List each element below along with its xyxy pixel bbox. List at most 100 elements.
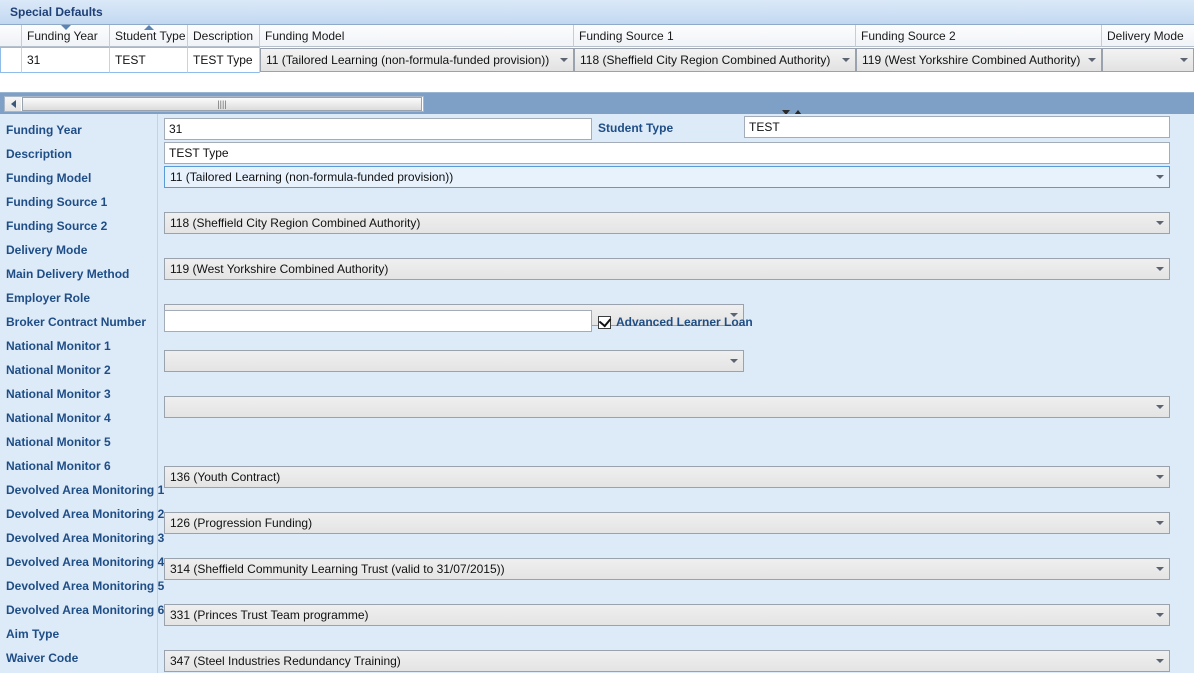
label-national-monitor-2: National Monitor 2 [6, 363, 111, 377]
chevron-down-icon[interactable] [842, 58, 850, 62]
description-input[interactable]: TEST Type [164, 142, 1170, 164]
advanced-learner-loan-checkbox[interactable]: Advanced Learner Loan [598, 312, 753, 332]
label-devolved-area-monitoring-3: Devolved Area Monitoring 3 [6, 531, 165, 545]
national-monitor-1-value: 136 (Youth Contract) [170, 470, 281, 484]
national-monitor-2-value: 126 (Progression Funding) [170, 516, 313, 530]
label-aim-type: Aim Type [6, 627, 60, 641]
national-monitor-3-select[interactable]: 314 (Sheffield Community Learning Trust … [164, 558, 1170, 580]
label-national-monitor-4: National Monitor 4 [6, 411, 111, 425]
label-employer-role: Employer Role [6, 291, 91, 305]
window-titlebar: Special Defaults [0, 0, 1194, 25]
grid-header-label: Funding Source 1 [579, 28, 674, 43]
grid-header-label: Funding Model [265, 28, 345, 43]
chevron-down-icon[interactable] [1156, 267, 1164, 271]
cell-funding-source-1[interactable]: 118 (Sheffield City Region Combined Auth… [574, 48, 856, 72]
label-funding-model: Funding Model [6, 171, 92, 185]
scroll-left-button[interactable] [5, 97, 21, 111]
label-waiver-code: Waiver Code [6, 651, 79, 665]
sort-descending-icon [60, 25, 71, 30]
grid-header-rowselector [0, 25, 22, 47]
cell-description[interactable]: TEST Type [188, 47, 260, 73]
main-delivery-method-select[interactable] [164, 350, 744, 372]
national-monitor-4-select[interactable]: 331 (Princes Trust Team programme) [164, 604, 1170, 626]
horizontal-scrollbar[interactable]: |||| [4, 96, 424, 112]
table-row[interactable]: 31 TEST TEST Type 11 (Tailored Learning … [0, 47, 1194, 73]
chevron-down-icon[interactable] [1156, 221, 1164, 225]
grid-header-funding-source-1[interactable]: Funding Source 1 [574, 25, 856, 47]
cell-funding-year[interactable]: 31 [22, 47, 110, 73]
chevron-down-icon[interactable] [1088, 58, 1096, 62]
national-monitor-4-value: 331 (Princes Trust Team programme) [170, 608, 369, 622]
label-main-delivery-method: Main Delivery Method [6, 267, 130, 281]
chevron-down-icon[interactable] [1180, 58, 1188, 62]
label-national-monitor-3: National Monitor 3 [6, 387, 111, 401]
grid-empty-area [0, 73, 1194, 86]
arrow-left-icon [10, 100, 16, 108]
funding-model-value: 11 (Tailored Learning (non-formula-funde… [170, 170, 454, 184]
employer-role-select[interactable] [164, 396, 1170, 418]
grid-header-funding-source-2[interactable]: Funding Source 2 [856, 25, 1102, 47]
scrollbar-thumb[interactable]: |||| [22, 97, 422, 111]
label-funding-source-2: Funding Source 2 [6, 219, 108, 233]
funding-source-2-value: 119 (West Yorkshire Combined Authority) [170, 262, 389, 276]
checkmark-icon [598, 314, 612, 327]
funding-source-2-select[interactable]: 119 (West Yorkshire Combined Authority) [164, 258, 1170, 280]
label-devolved-area-monitoring-1: Devolved Area Monitoring 1 [6, 483, 165, 497]
national-monitor-3-value: 314 (Sheffield Community Learning Trust … [170, 562, 505, 576]
special-defaults-window: Special Defaults Funding Year Student Ty… [0, 0, 1194, 673]
chevron-down-icon[interactable] [1156, 613, 1164, 617]
broker-contract-number-input[interactable] [164, 310, 592, 332]
label-national-monitor-6: National Monitor 6 [6, 459, 111, 473]
label-delivery-mode: Delivery Mode [6, 243, 88, 257]
grid-header-label: Student Type [115, 28, 186, 43]
funding-model-select[interactable]: 11 (Tailored Learning (non-formula-funde… [164, 166, 1170, 188]
chevron-down-icon[interactable] [1156, 567, 1164, 571]
special-defaults-grid: Funding Year Student Type Description Fu… [0, 25, 1194, 86]
grid-header-description[interactable]: Description [188, 25, 260, 47]
grid-header-student-type[interactable]: Student Type [110, 25, 188, 47]
chevron-down-icon[interactable] [1156, 521, 1164, 525]
label-devolved-area-monitoring-6: Devolved Area Monitoring 6 [6, 603, 165, 617]
funding-source-1-select[interactable]: 118 (Sheffield City Region Combined Auth… [164, 212, 1170, 234]
grid-header-label: Delivery Mode [1107, 28, 1184, 43]
chevron-down-icon[interactable] [1156, 475, 1164, 479]
chevron-down-icon[interactable] [1156, 405, 1164, 409]
student-type-input[interactable]: TEST [744, 116, 1170, 138]
label-funding-source-1: Funding Source 1 [6, 195, 108, 209]
cell-funding-source-2[interactable]: 119 (West Yorkshire Combined Authority) [856, 48, 1102, 72]
grid-header-row: Funding Year Student Type Description Fu… [0, 25, 1194, 47]
chevron-down-icon[interactable] [730, 359, 738, 363]
label-devolved-area-monitoring-2: Devolved Area Monitoring 2 [6, 507, 165, 521]
label-broker-contract-number: Broker Contract Number [6, 315, 147, 329]
scrollbar-grip-icon: |||| [217, 98, 227, 109]
funding-source-1-value: 118 (Sheffield City Region Combined Auth… [170, 216, 421, 230]
grid-hscroll-strip: |||| [0, 92, 1194, 114]
page-title: Special Defaults [10, 5, 103, 19]
cell-student-type[interactable]: TEST [110, 47, 188, 73]
grid-header-label: Funding Source 2 [861, 28, 956, 43]
national-monitor-1-select[interactable]: 136 (Youth Contract) [164, 466, 1170, 488]
chevron-down-icon[interactable] [1156, 659, 1164, 663]
label-devolved-area-monitoring-5: Devolved Area Monitoring 5 [6, 579, 165, 593]
label-student-type: Student Type [598, 121, 674, 135]
national-monitor-5-select[interactable]: 347 (Steel Industries Redundancy Trainin… [164, 650, 1170, 672]
chevron-down-icon[interactable] [1156, 175, 1164, 179]
grid-header-funding-year[interactable]: Funding Year [22, 25, 110, 47]
cell-value: 11 (Tailored Learning (non-formula-funde… [266, 53, 550, 67]
label-funding-year: Funding Year [6, 123, 82, 137]
grid-header-delivery-mode[interactable]: Delivery Mode [1102, 25, 1194, 47]
cell-delivery-mode[interactable] [1102, 48, 1194, 72]
cell-funding-model[interactable]: 11 (Tailored Learning (non-formula-funde… [260, 48, 574, 72]
national-monitor-2-select[interactable]: 126 (Progression Funding) [164, 512, 1170, 534]
cell-value: 118 (Sheffield City Region Combined Auth… [580, 53, 831, 67]
grid-header-label: Description [193, 28, 254, 43]
funding-year-input[interactable]: 31 [164, 118, 592, 140]
checkbox-box-icon[interactable] [598, 314, 612, 329]
label-devolved-area-monitoring-4: Devolved Area Monitoring 4 [6, 555, 165, 569]
advanced-learner-loan-label: Advanced Learner Loan [616, 315, 753, 329]
row-selector-cell[interactable] [0, 47, 22, 73]
chevron-down-icon[interactable] [560, 58, 568, 62]
sort-ascending-icon [143, 25, 154, 30]
label-national-monitor-1: National Monitor 1 [6, 339, 111, 353]
grid-header-funding-model[interactable]: Funding Model [260, 25, 574, 47]
